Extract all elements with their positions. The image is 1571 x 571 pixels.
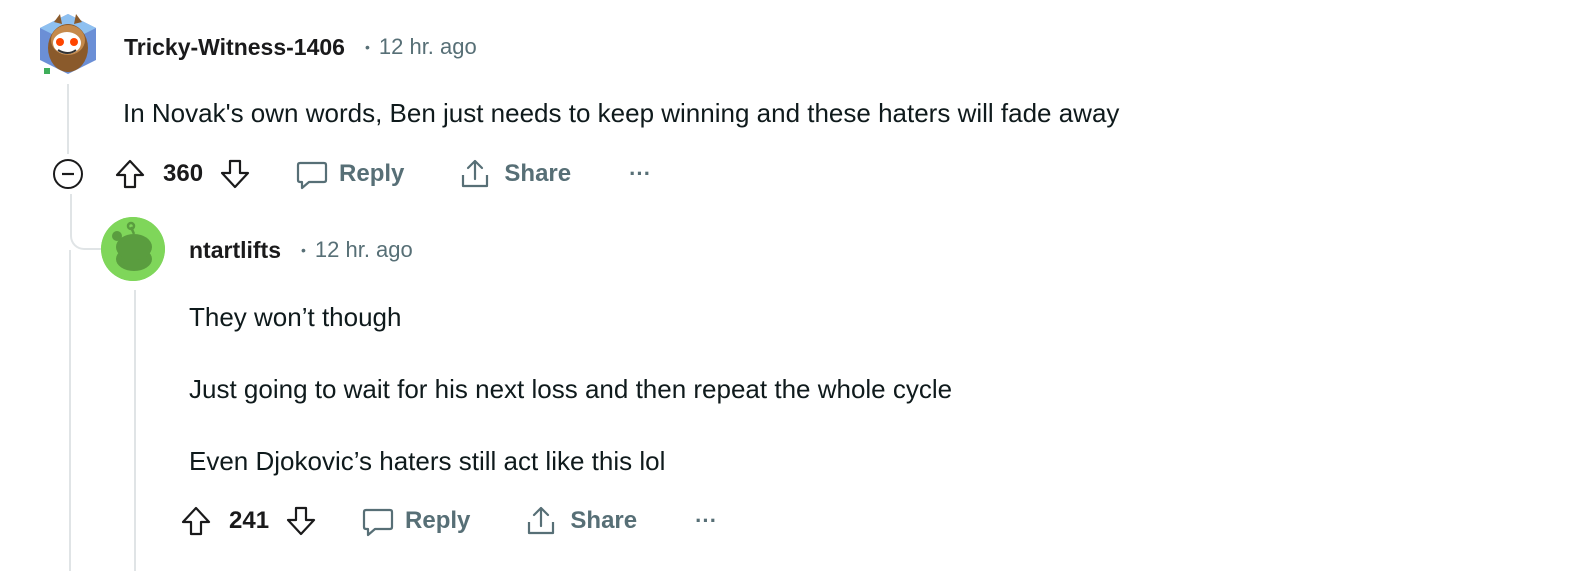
comment-actions: 360 Reply Share ··· bbox=[112, 154, 651, 194]
comment-actions: 241 Reply Share ··· bbox=[178, 501, 717, 541]
avatar[interactable] bbox=[36, 10, 100, 78]
speech-bubble-icon bbox=[362, 508, 394, 537]
downvote-button[interactable] bbox=[283, 503, 319, 539]
username[interactable]: ntartlifts bbox=[189, 237, 281, 264]
more-options-button[interactable]: ··· bbox=[629, 161, 651, 187]
username[interactable]: Tricky-Witness-1406 bbox=[124, 34, 345, 61]
share-button[interactable]: Share bbox=[524, 504, 637, 538]
thread-line-parent[interactable] bbox=[69, 250, 71, 571]
arrow-up-icon bbox=[115, 159, 145, 189]
share-icon bbox=[528, 506, 555, 535]
meta-separator: • bbox=[301, 242, 306, 258]
share-label: Share bbox=[570, 507, 638, 534]
comment-body: In Novak's own words, Ben just needs to … bbox=[123, 98, 1120, 128]
timestamp[interactable]: 12 hr. ago bbox=[379, 34, 477, 60]
upvote-button[interactable] bbox=[112, 156, 148, 192]
upvote-button[interactable] bbox=[178, 503, 214, 539]
share-button[interactable]: Share bbox=[458, 157, 571, 191]
snoo-owl-avatar-icon bbox=[40, 14, 96, 74]
timestamp[interactable]: 12 hr. ago bbox=[315, 237, 413, 263]
minus-circle-icon bbox=[53, 159, 83, 189]
arrow-down-icon bbox=[286, 506, 316, 536]
thread-line-top bbox=[67, 84, 69, 154]
reply-label: Reply bbox=[339, 160, 405, 187]
thread-line-reply[interactable] bbox=[134, 290, 136, 571]
share-label: Share bbox=[504, 160, 572, 187]
more-options-button[interactable]: ··· bbox=[695, 508, 717, 534]
arrow-up-icon bbox=[181, 506, 211, 536]
reply-label: Reply bbox=[405, 507, 471, 534]
reply-button[interactable]: Reply bbox=[295, 157, 404, 191]
thread-connector bbox=[70, 194, 104, 250]
speech-bubble-icon bbox=[296, 161, 328, 190]
reply-button[interactable]: Reply bbox=[361, 504, 470, 538]
collapse-thread-button[interactable] bbox=[51, 157, 85, 191]
meta-separator: • bbox=[364, 39, 370, 55]
default-snoo-avatar-icon bbox=[101, 217, 165, 281]
vote-score: 241 bbox=[229, 507, 270, 534]
comment-body-line: Just going to wait for his next loss and… bbox=[189, 374, 953, 404]
avatar[interactable] bbox=[101, 217, 165, 281]
vote-score: 360 bbox=[163, 160, 204, 187]
comment-body-line: Even Djokovic’s haters still act like th… bbox=[189, 446, 666, 476]
arrow-down-icon bbox=[220, 159, 250, 189]
share-icon bbox=[462, 159, 489, 188]
comment-body-line: They won’t though bbox=[189, 302, 402, 332]
comment-meta: ntartlifts • 12 hr. ago bbox=[189, 234, 413, 266]
comment-meta: Tricky-Witness-1406 • 12 hr. ago bbox=[124, 31, 477, 63]
downvote-button[interactable] bbox=[217, 156, 253, 192]
